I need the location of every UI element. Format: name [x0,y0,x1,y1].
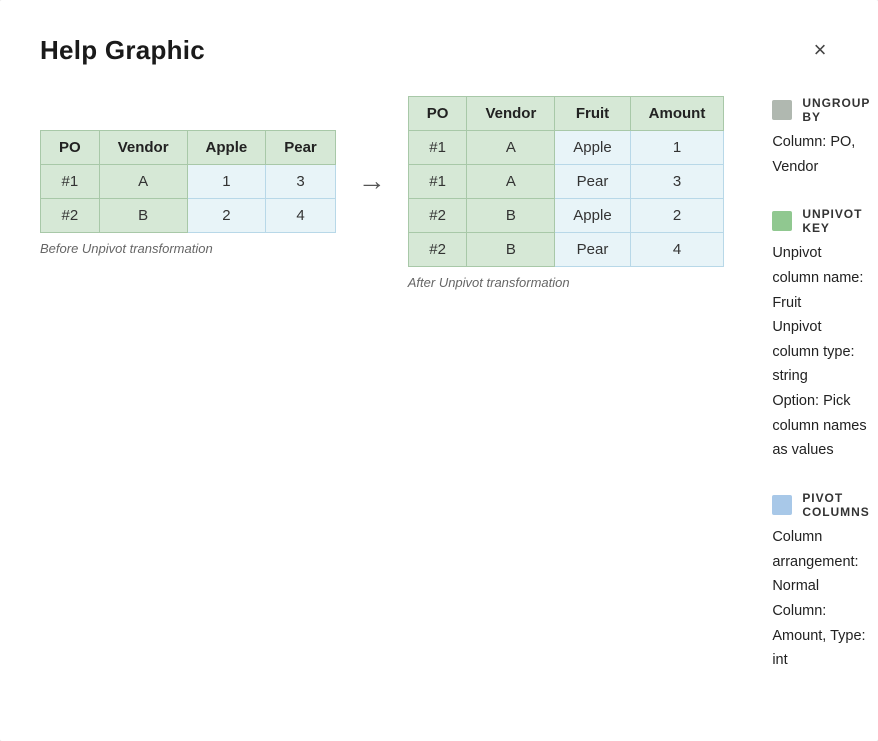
after-header-po: PO [408,97,467,131]
after-header-vendor: Vendor [467,97,555,131]
pivot-line-2: Column: Amount, Type: int [772,599,870,673]
after-cell: 2 [630,199,724,233]
pivot-columns-body: Column arrangement: Normal Column: Amoun… [772,525,870,673]
before-table-caption: Before Unpivot transformation [40,241,213,256]
pivot-columns-label: PIVOT COLUMNS [802,491,870,519]
tables-section: PO Vendor Apple Pear #1 A 1 3 [40,96,724,290]
pivot-columns-legend-header: PIVOT COLUMNS [772,491,870,519]
before-header-apple: Apple [187,131,266,165]
table-row: #2 B Pear 4 [408,233,724,267]
after-cell: #1 [408,165,467,199]
unpivot-key-swatch [772,211,792,231]
after-cell: Pear [555,233,630,267]
main-content: PO Vendor Apple Pear #1 A 1 3 [40,96,838,701]
ungroup-label: UNGROUP BY [802,96,870,124]
unpivot-line-1: Unpivot column name: Fruit [772,241,870,315]
legend-section: UNGROUP BY Column: PO, Vendor UNPIVOT KE… [772,96,870,701]
table-row: #2 B 2 4 [41,199,336,233]
dialog-header: Help Graphic × [40,32,838,68]
arrow-icon: → [358,165,386,221]
table-row: #1 A 1 3 [41,165,336,199]
after-cell: 4 [630,233,724,267]
before-cell: #2 [41,199,100,233]
unpivot-key-label: UNPIVOT KEY [802,207,870,235]
before-table: PO Vendor Apple Pear #1 A 1 3 [40,130,336,233]
unpivot-key-legend-header: UNPIVOT KEY [772,207,870,235]
help-graphic-dialog: Help Graphic × PO Vendor Apple Pear [0,0,878,741]
table-row: #1 A Pear 3 [408,165,724,199]
ungroup-swatch [772,100,792,120]
after-table: PO Vendor Fruit Amount #1 A Apple [408,96,725,267]
before-cell: #1 [41,165,100,199]
before-header-po: PO [41,131,100,165]
table-row: #2 B Apple 2 [408,199,724,233]
after-cell: Apple [555,199,630,233]
ungroup-legend-item: UNGROUP BY Column: PO, Vendor [772,96,870,179]
after-table-wrapper: PO Vendor Fruit Amount #1 A Apple [408,96,725,290]
after-header-amount: Amount [630,97,724,131]
before-cell: 4 [266,199,336,233]
after-cell: Apple [555,131,630,165]
before-table-wrapper: PO Vendor Apple Pear #1 A 1 3 [40,130,336,256]
after-cell: #2 [408,199,467,233]
before-header-pear: Pear [266,131,336,165]
after-cell: B [467,233,555,267]
after-cell: 1 [630,131,724,165]
ungroup-line-1: Column: PO, Vendor [772,130,870,179]
after-cell: #1 [408,131,467,165]
before-cell: 3 [266,165,336,199]
pivot-columns-swatch [772,495,792,515]
after-cell: A [467,165,555,199]
after-table-caption: After Unpivot transformation [408,275,570,290]
pivot-columns-legend-item: PIVOT COLUMNS Column arrangement: Normal… [772,491,870,673]
before-cell: 1 [187,165,266,199]
table-row: #1 A Apple 1 [408,131,724,165]
unpivot-key-body: Unpivot column name: Fruit Unpivot colum… [772,241,870,463]
unpivot-key-legend-item: UNPIVOT KEY Unpivot column name: Fruit U… [772,207,870,463]
after-cell: Pear [555,165,630,199]
ungroup-legend-header: UNGROUP BY [772,96,870,124]
after-cell: 3 [630,165,724,199]
after-header-fruit: Fruit [555,97,630,131]
before-cell: B [99,199,187,233]
tables-area: PO Vendor Apple Pear #1 A 1 3 [40,96,724,290]
pivot-line-1: Column arrangement: Normal [772,525,870,599]
ungroup-body: Column: PO, Vendor [772,130,870,179]
before-header-vendor: Vendor [99,131,187,165]
close-button[interactable]: × [802,32,838,68]
unpivot-line-2: Unpivot column type: string [772,315,870,389]
after-cell: A [467,131,555,165]
before-cell: 2 [187,199,266,233]
after-cell: #2 [408,233,467,267]
unpivot-line-3: Option: Pick column names as values [772,389,870,463]
after-cell: B [467,199,555,233]
before-cell: A [99,165,187,199]
dialog-title: Help Graphic [40,35,205,66]
